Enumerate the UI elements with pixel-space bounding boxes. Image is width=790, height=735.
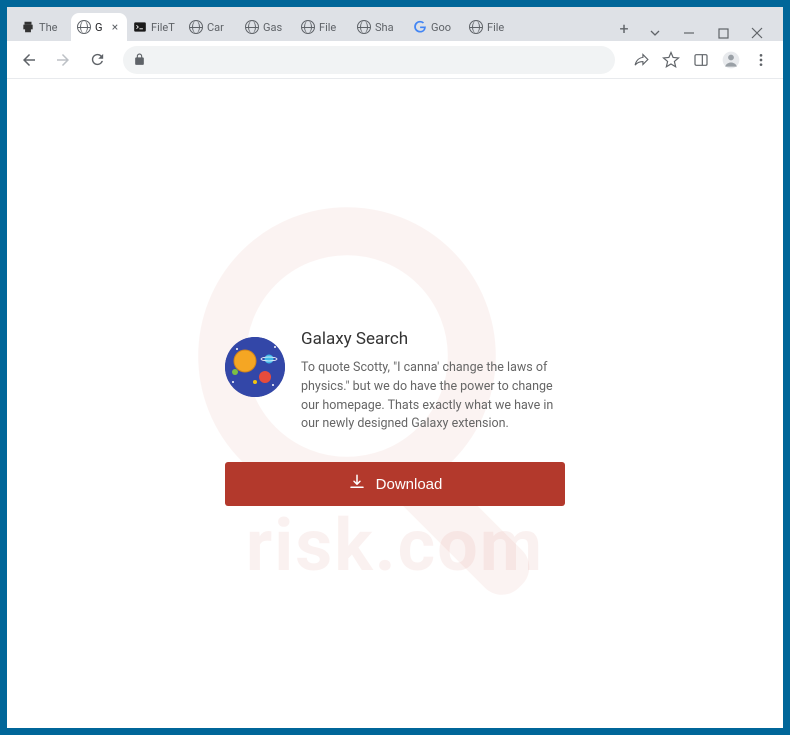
tab-favicon-globe [245,20,259,34]
new-tab-button[interactable]: + [611,15,637,41]
download-label: Download [376,476,443,493]
share-icon[interactable] [627,46,655,74]
tab-4[interactable]: Gas [239,13,295,41]
tab-favicon-globe [469,20,483,34]
tab-label: File [487,21,513,34]
galaxy-icon [225,337,285,397]
menu-icon[interactable] [747,46,775,74]
lock-icon [133,53,146,66]
forward-button[interactable] [49,46,77,74]
tab-3[interactable]: Car [183,13,239,41]
minimize-button[interactable] [681,25,697,41]
download-icon [348,473,366,495]
tab-favicon-globe [77,20,91,34]
tab-label: Gas [263,21,289,34]
tab-label: Car [207,21,233,34]
tab-6[interactable]: Sha [351,13,407,41]
window-controls [637,25,775,41]
tab-favicon-printer [21,20,35,34]
tab-close-icon[interactable]: × [109,21,121,33]
tab-7[interactable]: Goo [407,13,463,41]
tab-favicon-globe [189,20,203,34]
tab-label: The [39,21,65,34]
close-button[interactable] [749,25,765,41]
tab-strip: TheG×FileTCarGasFileShaGooFile [15,7,607,41]
tab-0[interactable]: The [15,13,71,41]
toolbar [7,41,783,79]
card-body: Galaxy Search To quote Scotty, "I canna'… [225,329,565,434]
tab-label: Sha [375,21,401,34]
side-panel-icon[interactable] [687,46,715,74]
tab-favicon-google [413,20,427,34]
page-description: To quote Scotty, "I canna' change the la… [301,359,565,434]
tab-label: G [95,21,105,34]
tab-label: Goo [431,21,457,34]
toolbar-right [627,46,775,74]
browser-window: TheG×FileTCarGasFileShaGooFile + [7,7,783,728]
maximize-button[interactable] [715,25,731,41]
tab-favicon-globe [301,20,315,34]
bookmark-icon[interactable] [657,46,685,74]
watermark-text: risk.com [246,503,544,588]
tab-label: File [319,21,345,34]
promo-card: Galaxy Search To quote Scotty, "I canna'… [225,329,565,506]
tab-favicon-terminal [133,20,147,34]
back-button[interactable] [15,46,43,74]
tab-label: FileT [151,21,177,34]
reload-button[interactable] [83,46,111,74]
address-bar[interactable] [123,46,615,74]
tab-8[interactable]: File [463,13,519,41]
titlebar: TheG×FileTCarGasFileShaGooFile + [7,7,783,41]
tab-5[interactable]: File [295,13,351,41]
tab-2[interactable]: FileT [127,13,183,41]
page-content: risk.com [7,79,783,728]
profile-icon[interactable] [717,46,745,74]
chevron-down-icon[interactable] [647,25,663,41]
page-title: Galaxy Search [301,329,565,349]
tab-1[interactable]: G× [71,13,127,41]
card-text: Galaxy Search To quote Scotty, "I canna'… [301,329,565,434]
tab-favicon-globe [357,20,371,34]
download-button[interactable]: Download [225,462,565,506]
